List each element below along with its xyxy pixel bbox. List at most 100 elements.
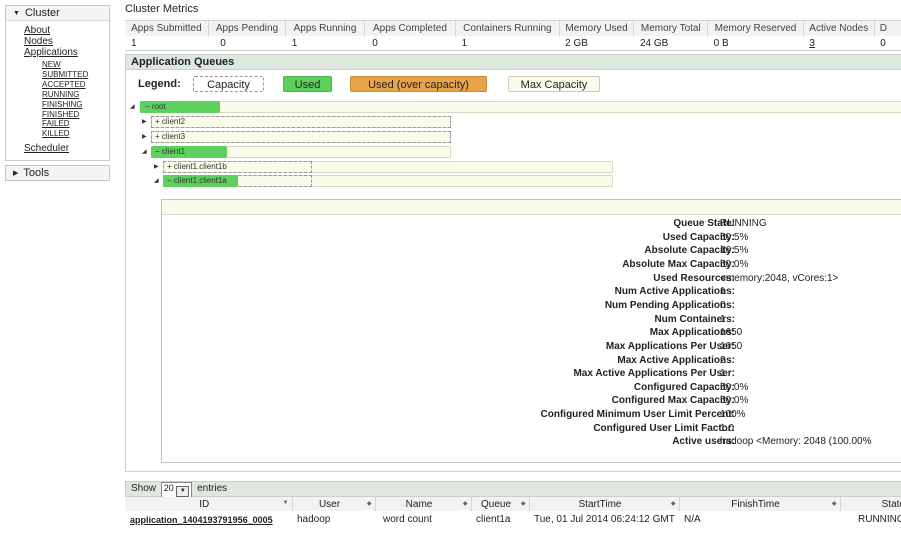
nav-link-accepted[interactable]: ACCEPTED <box>42 80 109 90</box>
queue-client1a-name: client1.client1a <box>173 176 227 185</box>
expand-triangle-icon[interactable]: ▶ <box>154 163 159 170</box>
tools-nav-label: Tools <box>23 167 50 180</box>
cell-starttime: Tue, 01 Jul 2014 06:24:12 GMT <box>534 514 675 525</box>
expand-triangle-icon[interactable]: ▶ <box>142 133 147 140</box>
sort-icon: ◆ <box>670 501 676 507</box>
nav-link-about[interactable]: About <box>24 25 109 36</box>
detail-label: Num Active Applications: <box>614 286 735 298</box>
legend-over-capacity: Used (over capacity) <box>350 76 487 92</box>
page-size-select[interactable]: 20 ▼ <box>160 482 193 498</box>
sort-icon: ◆ <box>366 501 372 507</box>
metric-header-apps-submitted: Apps Submitted <box>125 20 209 36</box>
queue-client3-name: client3 <box>161 132 186 141</box>
queue-client1b-label: + client1.client1b <box>167 162 227 171</box>
metric-value-memory-total: 24 GB <box>633 36 708 51</box>
detail-label: Max Applications Per User: <box>605 340 735 352</box>
detail-value: 50.0% <box>720 381 749 393</box>
queue-details-header-strip <box>162 200 901 215</box>
metric-header-memory-total: Memory Total <box>633 20 709 36</box>
detail-value: 1650 <box>720 327 743 339</box>
queue-root[interactable]: ◢ − root <box>130 101 901 113</box>
column-header-name-label: Name <box>405 498 433 510</box>
detail-label: Configured Minimum User Limit Percent: <box>540 409 735 421</box>
queue-client3[interactable]: ▶ + client3 <box>142 131 452 143</box>
nav-link-nodes[interactable]: Nodes <box>24 36 109 47</box>
cluster-metrics-value-row: 1 0 1 0 1 2 GB 24 GB 0 B 3 0 <box>125 36 901 51</box>
detail-value: 50.5% <box>720 231 749 243</box>
sort-icon: ◆ <box>462 501 468 507</box>
detail-value: 1 <box>720 313 726 325</box>
nav-link-finished[interactable]: FINISHED <box>42 110 109 120</box>
queue-root-name: root <box>151 102 166 111</box>
application-id-link[interactable]: application_1404193791956_0005 <box>130 515 273 525</box>
column-header-name[interactable]: Name ◆ <box>375 497 472 511</box>
legend-max-capacity: Max Capacity <box>508 76 600 92</box>
metric-header-apps-running: Apps Running <box>285 20 365 36</box>
column-header-user-label: User <box>318 498 341 510</box>
nav-link-submitted[interactable]: SUBMITTED <box>42 70 109 80</box>
cluster-metrics-title: Cluster Metrics <box>125 3 199 15</box>
cluster-nav-box: ▼ Cluster About Nodes Applications NEW SU… <box>5 5 110 162</box>
detail-value: <memory:2048, vCores:1> <box>720 272 839 284</box>
nav-link-applications[interactable]: Applications <box>24 47 109 58</box>
column-header-state[interactable]: State <box>840 497 901 511</box>
metric-value-apps-pending: 0 <box>208 36 286 51</box>
applications-table-controls: Show 20 ▼ entries <box>125 481 901 498</box>
nav-link-running[interactable]: RUNNING <box>42 90 109 100</box>
nav-link-finishing[interactable]: FINISHING <box>42 100 109 110</box>
left-navigation: ▼ Cluster About Nodes Applications NEW SU… <box>5 5 110 182</box>
nav-link-new[interactable]: NEW <box>42 60 109 70</box>
queue-root-label: − root <box>145 102 166 111</box>
detail-value: 50.0% <box>720 395 749 407</box>
page-size-value: 20 <box>163 483 174 493</box>
queue-client1a-label: − client1.client1a <box>167 176 227 185</box>
expand-triangle-icon[interactable]: ▶ <box>142 118 147 125</box>
collapse-triangle-icon[interactable]: ◢ <box>154 177 159 184</box>
queue-client3-capacity-bar <box>151 131 451 143</box>
metric-value-apps-completed: 0 <box>364 36 456 51</box>
cell-user: hadoop <box>297 514 331 525</box>
queue-client1b[interactable]: ▶ + client1.client1b <box>154 161 614 173</box>
detail-value: 1650 <box>720 340 743 352</box>
legend-label: Legend: <box>138 78 181 90</box>
cluster-nav-header[interactable]: ▼ Cluster <box>6 6 109 21</box>
column-header-user[interactable]: User ◆ <box>292 497 376 511</box>
metric-value-active-nodes[interactable]: 3 <box>803 36 875 51</box>
detail-value: 2 <box>720 354 726 366</box>
queue-root-max-bar <box>140 101 901 113</box>
app-state-links: NEW SUBMITTED ACCEPTED RUNNING FINISHING… <box>24 60 109 139</box>
column-header-id[interactable]: ID ▼ <box>125 497 293 511</box>
column-header-queue-label: Queue <box>480 498 512 510</box>
detail-value: 1 <box>720 368 726 380</box>
collapse-triangle-icon[interactable]: ◢ <box>142 148 147 155</box>
collapse-triangle-icon[interactable]: ◢ <box>130 103 135 110</box>
active-nodes-link[interactable]: 3 <box>809 38 815 49</box>
detail-value: 1.0 <box>720 422 734 434</box>
collapse-triangle-icon: ▼ <box>13 10 20 17</box>
metric-header-apps-completed: Apps Completed <box>364 20 457 36</box>
nav-link-scheduler[interactable]: Scheduler <box>24 143 109 154</box>
cell-state: RUNNING <box>858 514 901 525</box>
queue-client2[interactable]: ▶ + client2 <box>142 116 452 128</box>
cluster-nav-label: Cluster <box>24 7 60 19</box>
column-header-queue[interactable]: Queue ◆ <box>471 497 530 511</box>
queue-client1-label: − client1 <box>155 147 186 156</box>
queue-client1[interactable]: ◢ − client1 <box>142 146 452 158</box>
column-header-finishtime-label: FinishTime <box>731 498 780 510</box>
queue-details-panel: Queue State: RUNNING Used Capacity: 50.5% Ab… <box>161 199 901 463</box>
application-queues-panel: Application Queues Legend: Capacity Used… <box>125 54 901 472</box>
nav-link-failed[interactable]: FAILED <box>42 119 109 129</box>
detail-label: Configured User Limit Factor: <box>593 422 735 434</box>
queue-client1b-name: client1.client1b <box>173 162 227 171</box>
metric-header-memory-reserved: Memory Reserved <box>707 20 804 36</box>
column-header-finishtime[interactable]: FinishTime ◆ <box>679 497 841 511</box>
detail-label: Absolute Max Capacity: <box>622 258 735 270</box>
detail-label: Num Pending Applications: <box>604 299 735 311</box>
queue-client1a[interactable]: ◢ − client1.client1a <box>154 175 614 187</box>
cluster-nav-links: About Nodes Applications NEW SUBMITTED A… <box>6 21 109 160</box>
column-header-starttime[interactable]: StartTime ◆ <box>529 497 680 511</box>
detail-label: Max Active Applications: <box>617 354 735 366</box>
expand-triangle-icon: ▶ <box>13 170 19 178</box>
tools-nav-header[interactable]: ▶ Tools <box>5 165 110 182</box>
nav-link-killed[interactable]: KILLED <box>42 129 109 139</box>
